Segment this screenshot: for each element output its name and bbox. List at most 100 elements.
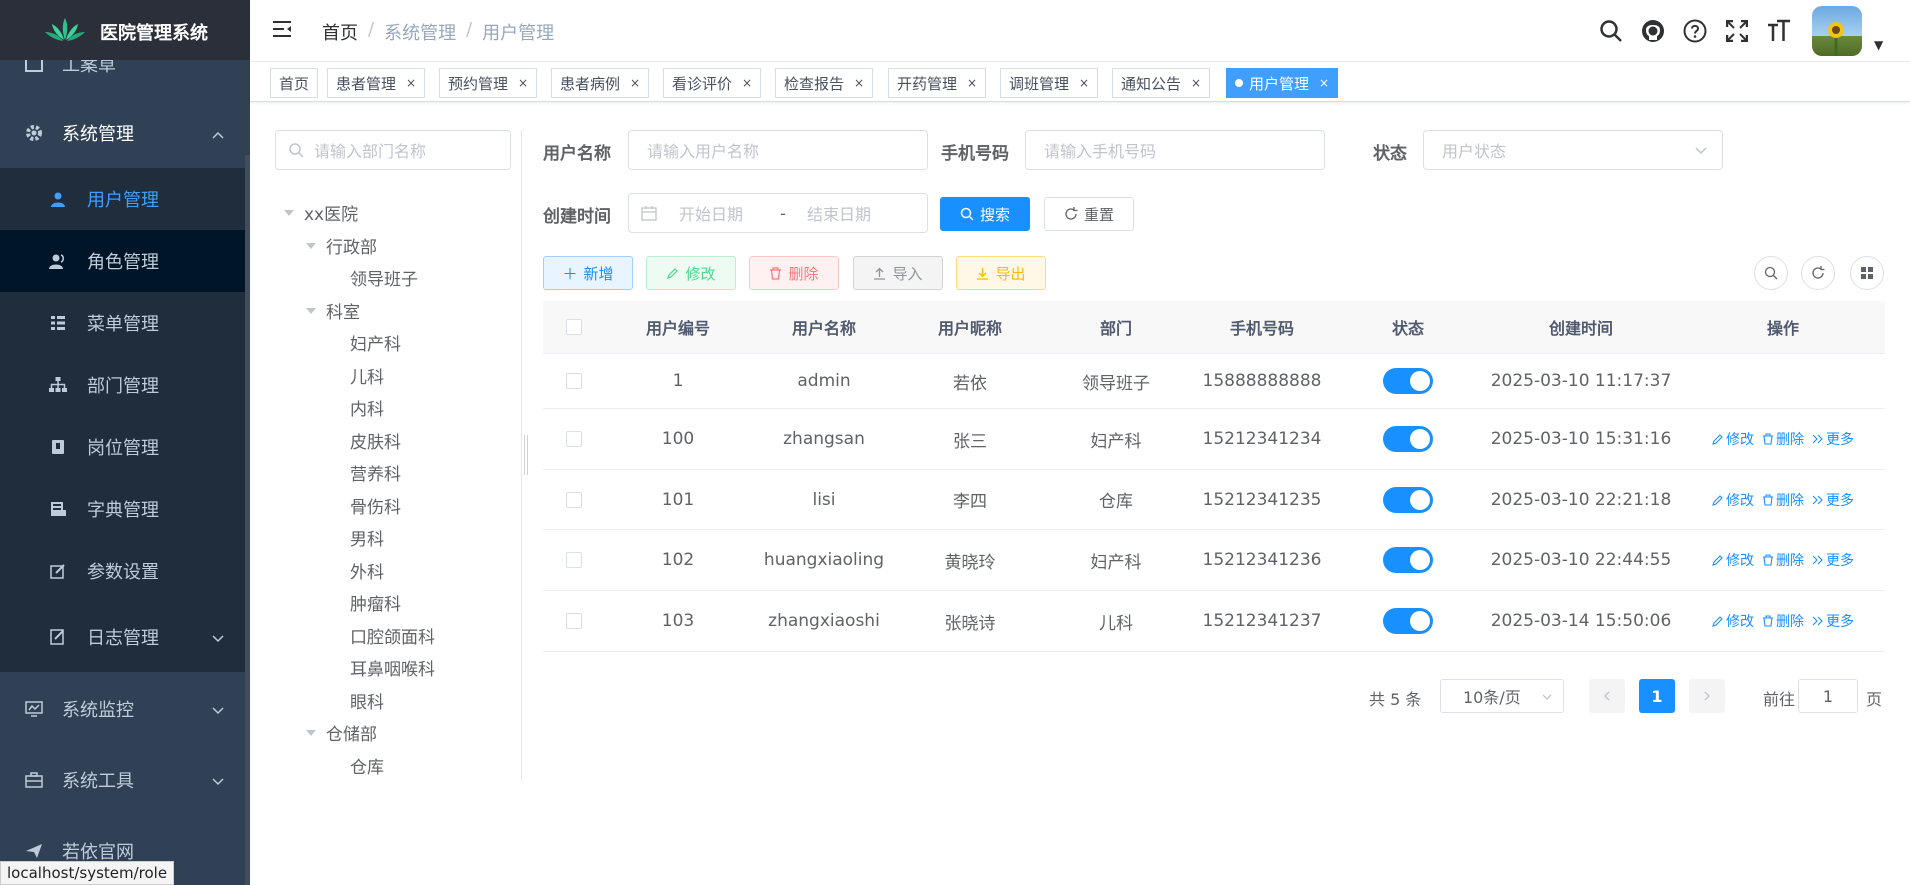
caret-down-icon[interactable] bbox=[306, 307, 316, 314]
end-date-input[interactable]: 结束日期 bbox=[807, 201, 871, 225]
row-more-link[interactable]: 更多 bbox=[1812, 550, 1854, 570]
close-icon[interactable]: × bbox=[518, 76, 528, 90]
tree-node-clinic-item[interactable]: 骨伤科 bbox=[350, 493, 401, 518]
checkbox[interactable] bbox=[566, 319, 582, 335]
row-checkbox[interactable] bbox=[566, 373, 582, 389]
tree-node-clinic-item[interactable]: 耳鼻咽喉科 bbox=[350, 655, 435, 680]
tag-users[interactable]: 用户管理 × bbox=[1226, 68, 1339, 98]
row-edit-link[interactable]: 修改 bbox=[1712, 429, 1754, 449]
sidebar-item-roles[interactable]: 角色管理 bbox=[0, 230, 250, 292]
status-select[interactable]: 用户状态 bbox=[1423, 130, 1723, 170]
sidebar-item-system[interactable]: 系统管理 bbox=[0, 102, 250, 164]
row-edit-link[interactable]: 修改 bbox=[1712, 611, 1754, 631]
tag-prescriptions[interactable]: 开药管理 × bbox=[888, 68, 987, 98]
close-icon[interactable]: × bbox=[854, 76, 864, 90]
status-toggle[interactable] bbox=[1383, 486, 1433, 513]
logo[interactable]: 医院管理系统 bbox=[0, 0, 250, 60]
row-delete-link[interactable]: 删除 bbox=[1762, 490, 1804, 510]
tree-node-clinic-item[interactable]: 外科 bbox=[350, 558, 384, 583]
status-toggle[interactable] bbox=[1383, 608, 1433, 634]
tag-cases[interactable]: 患者病例 × bbox=[551, 68, 650, 98]
tree-node-clinic-item[interactable]: 儿科 bbox=[350, 363, 384, 388]
sidebar-item-dict[interactable]: 字典管理 bbox=[0, 478, 250, 540]
edit-button[interactable]: 修改 bbox=[646, 256, 736, 290]
tag-reviews[interactable]: 看诊评价 × bbox=[663, 68, 762, 98]
tree-node-clinic-item[interactable]: 妇产科 bbox=[350, 330, 401, 355]
row-checkbox[interactable] bbox=[566, 491, 582, 508]
close-icon[interactable]: × bbox=[1319, 76, 1329, 90]
avatar[interactable] bbox=[1812, 6, 1862, 56]
status-toggle[interactable] bbox=[1383, 368, 1433, 394]
caret-down-icon[interactable] bbox=[284, 209, 294, 216]
page-size-select[interactable]: 10条/页 bbox=[1440, 679, 1564, 713]
sidebar-item-monitor[interactable]: 系统监控 bbox=[0, 678, 250, 740]
github-icon[interactable] bbox=[1640, 18, 1666, 44]
sidebar-scrollbar[interactable] bbox=[245, 155, 250, 885]
row-delete-link[interactable]: 删除 bbox=[1762, 429, 1804, 449]
caret-down-icon[interactable] bbox=[306, 729, 316, 736]
add-button[interactable]: ＋ 新增 bbox=[543, 256, 633, 290]
tree-node-clinic-item[interactable]: 男科 bbox=[350, 525, 384, 550]
next-page-button[interactable] bbox=[1689, 679, 1725, 713]
start-date-input[interactable]: 开始日期 bbox=[679, 201, 769, 225]
tree-node-clinic[interactable]: 科室 bbox=[306, 298, 360, 323]
close-icon[interactable]: × bbox=[742, 76, 752, 90]
sidebar-item-tools[interactable]: 系统工具 bbox=[0, 749, 250, 811]
font-size-icon[interactable] bbox=[1766, 18, 1792, 44]
close-icon[interactable]: × bbox=[406, 76, 416, 90]
caret-down-icon[interactable] bbox=[306, 242, 316, 249]
row-checkbox[interactable] bbox=[566, 552, 582, 568]
row-checkbox[interactable] bbox=[566, 431, 582, 447]
toggle-search-button[interactable] bbox=[1754, 256, 1788, 290]
hamburger-icon[interactable] bbox=[272, 19, 292, 39]
caret-down-icon[interactable]: ▼ bbox=[1874, 38, 1883, 52]
tree-node-storage[interactable]: 仓储部 bbox=[306, 720, 377, 745]
date-range-picker[interactable]: 开始日期 - 结束日期 bbox=[628, 193, 928, 233]
dept-search-input[interactable]: 请输入部门名称 bbox=[275, 130, 511, 170]
tree-node-leaders[interactable]: 领导班子 bbox=[350, 265, 418, 290]
help-icon[interactable] bbox=[1682, 18, 1708, 44]
tag-shifts[interactable]: 调班管理 × bbox=[1000, 68, 1099, 98]
close-icon[interactable]: × bbox=[630, 76, 640, 90]
sidebar-item-posts[interactable]: 岗位管理 bbox=[0, 416, 250, 478]
fullscreen-icon[interactable] bbox=[1724, 18, 1750, 44]
row-more-link[interactable]: 更多 bbox=[1812, 611, 1854, 631]
tree-node-warehouse[interactable]: 仓库 bbox=[350, 753, 384, 778]
select-all-checkbox[interactable] bbox=[543, 301, 605, 353]
row-delete-link[interactable]: 删除 bbox=[1762, 611, 1804, 631]
columns-button[interactable] bbox=[1850, 256, 1884, 290]
tree-node-clinic-item[interactable]: 内科 bbox=[350, 395, 384, 420]
breadcrumb-home[interactable]: 首页 bbox=[322, 19, 358, 45]
row-more-link[interactable]: 更多 bbox=[1812, 429, 1854, 449]
tag-appointments[interactable]: 预约管理 × bbox=[439, 68, 538, 98]
sidebar-item-menus[interactable]: 菜单管理 bbox=[0, 292, 250, 354]
search-button[interactable]: 搜索 bbox=[940, 197, 1030, 231]
tree-node-clinic-item[interactable]: 营养科 bbox=[350, 460, 401, 485]
tree-node-clinic-item[interactable]: 口腔颌面科 bbox=[350, 623, 435, 648]
status-toggle[interactable] bbox=[1383, 547, 1433, 573]
sidebar-item-users[interactable]: 用户管理 bbox=[0, 168, 250, 230]
close-icon[interactable]: × bbox=[1079, 76, 1089, 90]
tag-notices[interactable]: 通知公告 × bbox=[1112, 68, 1211, 98]
goto-page-input[interactable]: 1 bbox=[1798, 679, 1858, 713]
tree-node-clinic-item[interactable]: 肿瘤科 bbox=[350, 590, 401, 615]
tag-reports[interactable]: 检查报告 × bbox=[775, 68, 874, 98]
search-icon[interactable] bbox=[1598, 18, 1624, 44]
refresh-button[interactable] bbox=[1801, 256, 1835, 290]
tree-node-clinic-item[interactable]: 皮肤科 bbox=[350, 428, 401, 453]
row-checkbox[interactable] bbox=[566, 613, 582, 629]
tag-patients[interactable]: 患者管理 × bbox=[327, 68, 426, 98]
row-edit-link[interactable]: 修改 bbox=[1712, 490, 1754, 510]
tree-node-root[interactable]: xx医院 bbox=[284, 200, 358, 225]
page-number-current[interactable]: 1 bbox=[1639, 679, 1675, 713]
close-icon[interactable]: × bbox=[967, 76, 977, 90]
tree-node-clinic-item[interactable]: 眼科 bbox=[350, 688, 384, 713]
status-toggle[interactable] bbox=[1383, 426, 1433, 452]
tree-node-admin[interactable]: 行政部 bbox=[306, 233, 377, 258]
row-delete-link[interactable]: 删除 bbox=[1762, 550, 1804, 570]
sidebar-item-depts[interactable]: 部门管理 bbox=[0, 354, 250, 416]
tag-home[interactable]: 首页 bbox=[270, 68, 319, 98]
row-more-link[interactable]: 更多 bbox=[1812, 490, 1854, 510]
export-button[interactable]: 导出 bbox=[956, 256, 1046, 290]
delete-button[interactable]: 删除 bbox=[749, 256, 839, 290]
